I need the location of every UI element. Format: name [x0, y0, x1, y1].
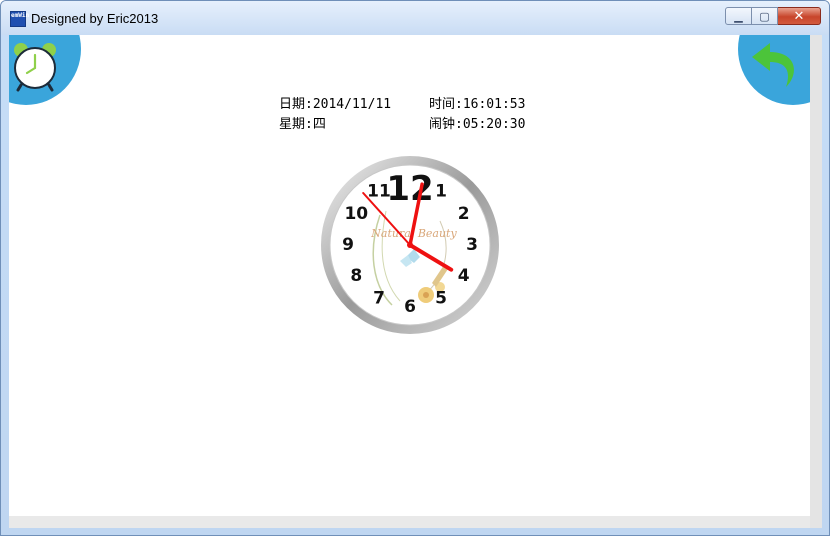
alarm-value: 05:20:30	[462, 117, 526, 132]
date-readout: 日期:2014/11/11	[279, 95, 429, 115]
clock-number-3: 3	[466, 235, 478, 255]
date-label: 日期:	[279, 97, 313, 112]
clock-number-9: 9	[342, 235, 354, 255]
date-value: 2014/11/11	[312, 97, 392, 112]
alarm-clock-icon[interactable]	[11, 39, 59, 93]
close-button[interactable]: ✕	[778, 7, 821, 25]
alarm-label: 闹钟:	[429, 117, 463, 132]
analog-clock: Natural Beauty 12 1234567891011	[321, 156, 499, 334]
minimize-button[interactable]: ▁	[725, 7, 752, 25]
title-bar[interactable]: emWin Designed by Eric2013 ▁ ▢ ✕	[1, 1, 829, 35]
app-icon: emWin	[10, 11, 30, 27]
minimize-icon: ▁	[734, 9, 743, 23]
back-arrow-icon[interactable]	[748, 39, 802, 93]
client-area: 日期:2014/11/11 时间:16:01:53 星期:四 闹钟:05:20:…	[9, 35, 810, 516]
clock-number-10: 10	[344, 204, 368, 224]
alarm-readout: 闹钟:05:20:30	[429, 115, 569, 135]
date-time-row: 日期:2014/11/11 时间:16:01:53	[279, 95, 569, 115]
clock-number-6: 6	[404, 297, 416, 317]
app-icon-label: emWin	[11, 12, 30, 19]
clock-number-11: 11	[367, 181, 391, 201]
window-controls: ▁ ▢ ✕	[725, 7, 821, 27]
clock-number-1: 1	[435, 181, 447, 201]
clock-number-4: 4	[458, 266, 470, 286]
time-label: 时间:	[429, 97, 463, 112]
maximize-button[interactable]: ▢	[752, 7, 778, 25]
weekday-readout: 星期:四	[279, 115, 429, 135]
clock-number-2: 2	[458, 204, 470, 224]
window-title: Designed by Eric2013	[31, 11, 159, 26]
maximize-icon: ▢	[759, 9, 770, 23]
clock-number-12: 12	[386, 169, 433, 209]
clock-number-7: 7	[373, 289, 385, 309]
app-window: emWin Designed by Eric2013 ▁ ▢ ✕ 日期:2014…	[0, 0, 830, 536]
clock-center-pin	[407, 242, 413, 248]
clock-number-8: 8	[350, 266, 362, 286]
weekday-value: 四	[312, 117, 326, 132]
status-strip	[9, 516, 810, 528]
clock-number-5: 5	[435, 289, 447, 309]
time-readout: 时间:16:01:53	[429, 95, 569, 115]
right-border-strip	[810, 35, 822, 528]
datetime-panel: 日期:2014/11/11 时间:16:01:53 星期:四 闹钟:05:20:…	[279, 95, 569, 135]
time-value: 16:01:53	[462, 97, 526, 112]
close-icon: ✕	[793, 8, 805, 24]
weekday-alarm-row: 星期:四 闹钟:05:20:30	[279, 115, 569, 135]
weekday-label: 星期:	[279, 117, 313, 132]
